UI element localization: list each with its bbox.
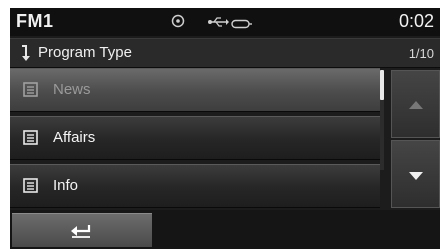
back-button[interactable] — [12, 213, 152, 247]
page-title: Program Type — [38, 44, 132, 61]
list-item-affairs[interactable]: Affairs — [10, 116, 380, 160]
radio-screen: FM1 0:02 Program Type 1/10 News Affairs … — [10, 8, 440, 249]
list-item-label: Affairs — [53, 129, 96, 146]
scroll-up-button[interactable] — [391, 70, 440, 138]
return-arrow-icon — [20, 44, 32, 67]
document-icon — [23, 130, 38, 150]
triangle-up-icon — [409, 101, 423, 109]
bottom-bar — [10, 210, 440, 249]
status-bar: FM1 0:02 — [10, 8, 440, 36]
list-item-label: News — [53, 81, 91, 98]
document-icon — [23, 82, 38, 102]
scrollbar-thumb[interactable] — [380, 70, 384, 100]
triangle-down-icon — [409, 172, 423, 180]
page-counter: 1/10 — [408, 46, 434, 61]
program-type-list: News Affairs Info — [10, 68, 386, 210]
list-item-news[interactable]: News — [10, 68, 380, 112]
list-item-label: Info — [53, 177, 79, 194]
scrollbar[interactable] — [380, 70, 384, 170]
list-item-info[interactable]: Info — [10, 164, 380, 208]
usb-icon — [207, 15, 229, 33]
scroll-down-button[interactable] — [391, 140, 440, 208]
aux-icon — [231, 16, 253, 34]
band-label: FM1 — [16, 11, 54, 31]
title-bar: Program Type 1/10 — [10, 38, 440, 68]
disc-icon — [171, 14, 185, 33]
back-icon — [71, 225, 91, 238]
clock: 0:02 — [398, 11, 434, 31]
document-icon — [23, 178, 38, 198]
